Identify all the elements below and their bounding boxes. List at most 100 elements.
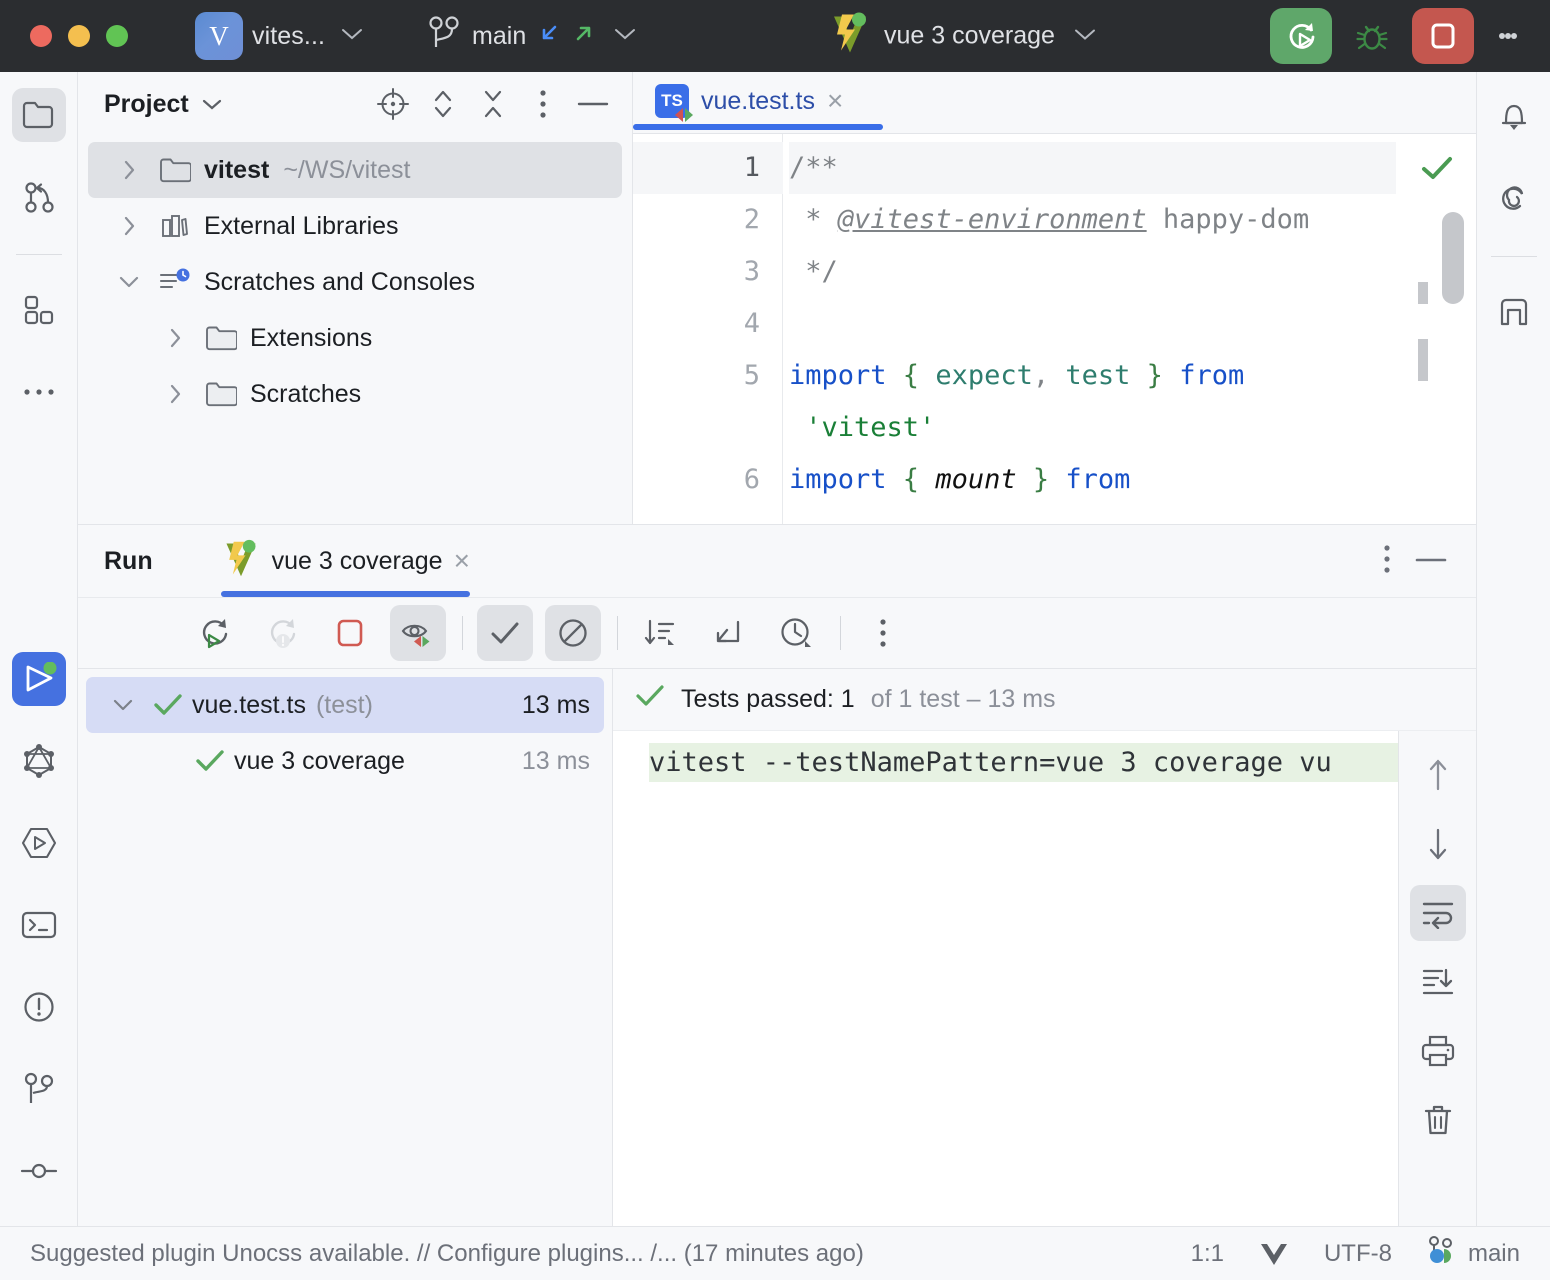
scratches-icon <box>152 268 198 296</box>
tree-item-scratches[interactable]: Scratches <box>88 366 622 422</box>
console-output: vitest --testNamePattern=vue 3 coverage … <box>613 731 1476 1226</box>
code-token[interactable]: @vitest-environment <box>838 204 1147 235</box>
test-tree-row[interactable]: vue.test.ts (test) 13 ms <box>86 677 604 733</box>
sidebar-item-terminal[interactable] <box>12 898 66 952</box>
chevron-right-icon[interactable] <box>152 381 198 407</box>
code-token <box>919 464 935 495</box>
soft-wrap-button[interactable] <box>1410 885 1466 941</box>
sidebar-item-notebook[interactable] <box>1487 285 1541 339</box>
show-passed-tests-button[interactable] <box>477 605 533 661</box>
close-icon[interactable]: × <box>454 547 470 575</box>
chevron-right-icon[interactable] <box>106 213 152 239</box>
next-occurrence-button[interactable] <box>1410 816 1466 872</box>
zoom-window-button[interactable] <box>106 25 128 47</box>
tree-item-scratches-and-consoles[interactable]: Scratches and Consoles <box>88 254 622 310</box>
print-button[interactable] <box>1410 1023 1466 1079</box>
sidebar-item-run-anything[interactable] <box>12 816 66 870</box>
vue-icon[interactable] <box>1258 1241 1290 1267</box>
collapse-all-icon[interactable] <box>470 81 516 127</box>
expand-collapse-tests-button[interactable] <box>700 605 756 661</box>
editor-tab-bar: TS vue.test.ts × <box>633 72 1476 134</box>
sidebar-item-more[interactable] <box>12 365 66 419</box>
minimize-window-button[interactable] <box>68 25 90 47</box>
code-token: happy-dom <box>1147 204 1310 235</box>
branch-selector[interactable]: main <box>427 14 638 59</box>
push-arrow-icon[interactable] <box>572 21 596 52</box>
show-ignored-tests-button[interactable] <box>545 605 601 661</box>
debug-button[interactable] <box>1346 8 1398 64</box>
sidebar-item-graphql[interactable] <box>12 734 66 788</box>
clear-all-button[interactable] <box>1410 1092 1466 1148</box>
sidebar-item-project[interactable] <box>12 88 66 142</box>
tree-item-external-libraries[interactable]: External Libraries <box>88 198 622 254</box>
locate-file-icon[interactable] <box>370 81 416 127</box>
main-content: Project <box>78 72 1476 1226</box>
editor-scrollbar-gutter[interactable] <box>1396 134 1476 524</box>
code-token: { <box>903 360 919 391</box>
encoding-selector[interactable]: UTF-8 <box>1324 1240 1392 1268</box>
expand-collapse-icon[interactable] <box>420 81 466 127</box>
inspection-status-icon[interactable] <box>1406 142 1468 194</box>
test-tree-row[interactable]: vue 3 coverage 13 ms <box>86 733 604 789</box>
runcfg-chevron-down-icon[interactable] <box>1072 26 1098 46</box>
code-text[interactable]: /** * @vitest-environment happy-dom */ i… <box>783 134 1396 524</box>
tree-item-label: Extensions <box>250 324 372 353</box>
console-text-area[interactable]: vitest --testNamePattern=vue 3 coverage … <box>613 731 1398 1226</box>
sidebar-item-problems[interactable] <box>12 980 66 1034</box>
editor-scrollbar-thumb[interactable] <box>1442 212 1464 304</box>
stop-run-button[interactable] <box>322 605 378 661</box>
run-with-coverage-button[interactable] <box>1270 8 1332 64</box>
project-tool-window: Project <box>78 72 633 524</box>
run-toolbar-more-button[interactable] <box>855 605 911 661</box>
code-token <box>1017 464 1033 495</box>
sidebar-item-version-control[interactable] <box>12 170 66 224</box>
caret-position[interactable]: 1:1 <box>1191 1240 1224 1268</box>
stop-button[interactable] <box>1412 8 1474 64</box>
sidebar-item-notifications[interactable] <box>1487 90 1541 144</box>
sidebar-item-plugins[interactable] <box>12 283 66 337</box>
code-line <box>789 298 1396 350</box>
test-name-label: vue 3 coverage <box>234 747 405 776</box>
sort-by-duration-button[interactable] <box>632 605 688 661</box>
test-results-tree: vue.test.ts (test) 13 ms vue 3 coverage … <box>78 669 613 1226</box>
pull-arrow-icon[interactable] <box>537 21 561 52</box>
rerun-tests-button[interactable] <box>186 605 242 661</box>
editor-split: Project <box>78 72 1476 524</box>
hide-run-panel-icon[interactable] <box>1414 552 1448 570</box>
close-icon[interactable]: × <box>827 87 843 115</box>
close-window-button[interactable] <box>30 25 52 47</box>
editor-tab-vue-test-ts[interactable]: TS vue.test.ts × <box>633 72 865 130</box>
hide-project-panel-icon[interactable] <box>570 81 616 127</box>
chevron-down-icon[interactable] <box>106 273 152 291</box>
run-options-kebab-icon[interactable] <box>1382 543 1392 580</box>
test-duration-label: 13 ms <box>522 691 604 720</box>
test-console: Tests passed: 1 of 1 test – 13 ms vitest… <box>613 669 1476 1226</box>
code-line: /** <box>789 142 1396 194</box>
tree-item-vitest[interactable]: vitest ~/WS/vitest <box>88 142 622 198</box>
ide-window: V vites... main <box>0 0 1550 1280</box>
run-tab-vue-3-coverage[interactable]: vue 3 coverage × <box>221 525 470 597</box>
project-selector[interactable]: V vites... <box>195 12 365 60</box>
scroll-to-end-button[interactable] <box>1410 954 1466 1010</box>
sidebar-item-ai-assistant[interactable] <box>1487 172 1541 226</box>
tree-item-extensions[interactable]: Extensions <box>88 310 622 366</box>
project-view-chevron-down-icon[interactable] <box>189 81 235 127</box>
branch-name-label: main <box>472 22 526 51</box>
chevron-right-icon[interactable] <box>152 325 198 351</box>
left-tool-stripe <box>0 72 78 1226</box>
test-history-button[interactable] <box>768 605 824 661</box>
prev-occurrence-button[interactable] <box>1410 747 1466 803</box>
sidebar-item-git[interactable] <box>12 1062 66 1116</box>
branch-chevron-down-icon[interactable] <box>612 26 638 46</box>
more-actions-button[interactable] <box>1488 8 1528 64</box>
run-configuration-selector[interactable]: vue 3 coverage <box>828 11 1098 62</box>
sidebar-item-run[interactable] <box>12 652 66 706</box>
chevron-down-icon[interactable] <box>102 696 144 714</box>
toggle-coverage-button[interactable] <box>390 605 446 661</box>
status-message[interactable]: Suggested plugin Unocss available. // Co… <box>30 1240 864 1268</box>
project-options-kebab-icon[interactable] <box>520 81 566 127</box>
chevron-right-icon[interactable] <box>106 157 152 183</box>
sidebar-item-timeline[interactable] <box>12 1144 66 1198</box>
editor-tab-label: vue.test.ts <box>701 87 815 116</box>
status-branch-widget[interactable]: main <box>1426 1235 1520 1272</box>
